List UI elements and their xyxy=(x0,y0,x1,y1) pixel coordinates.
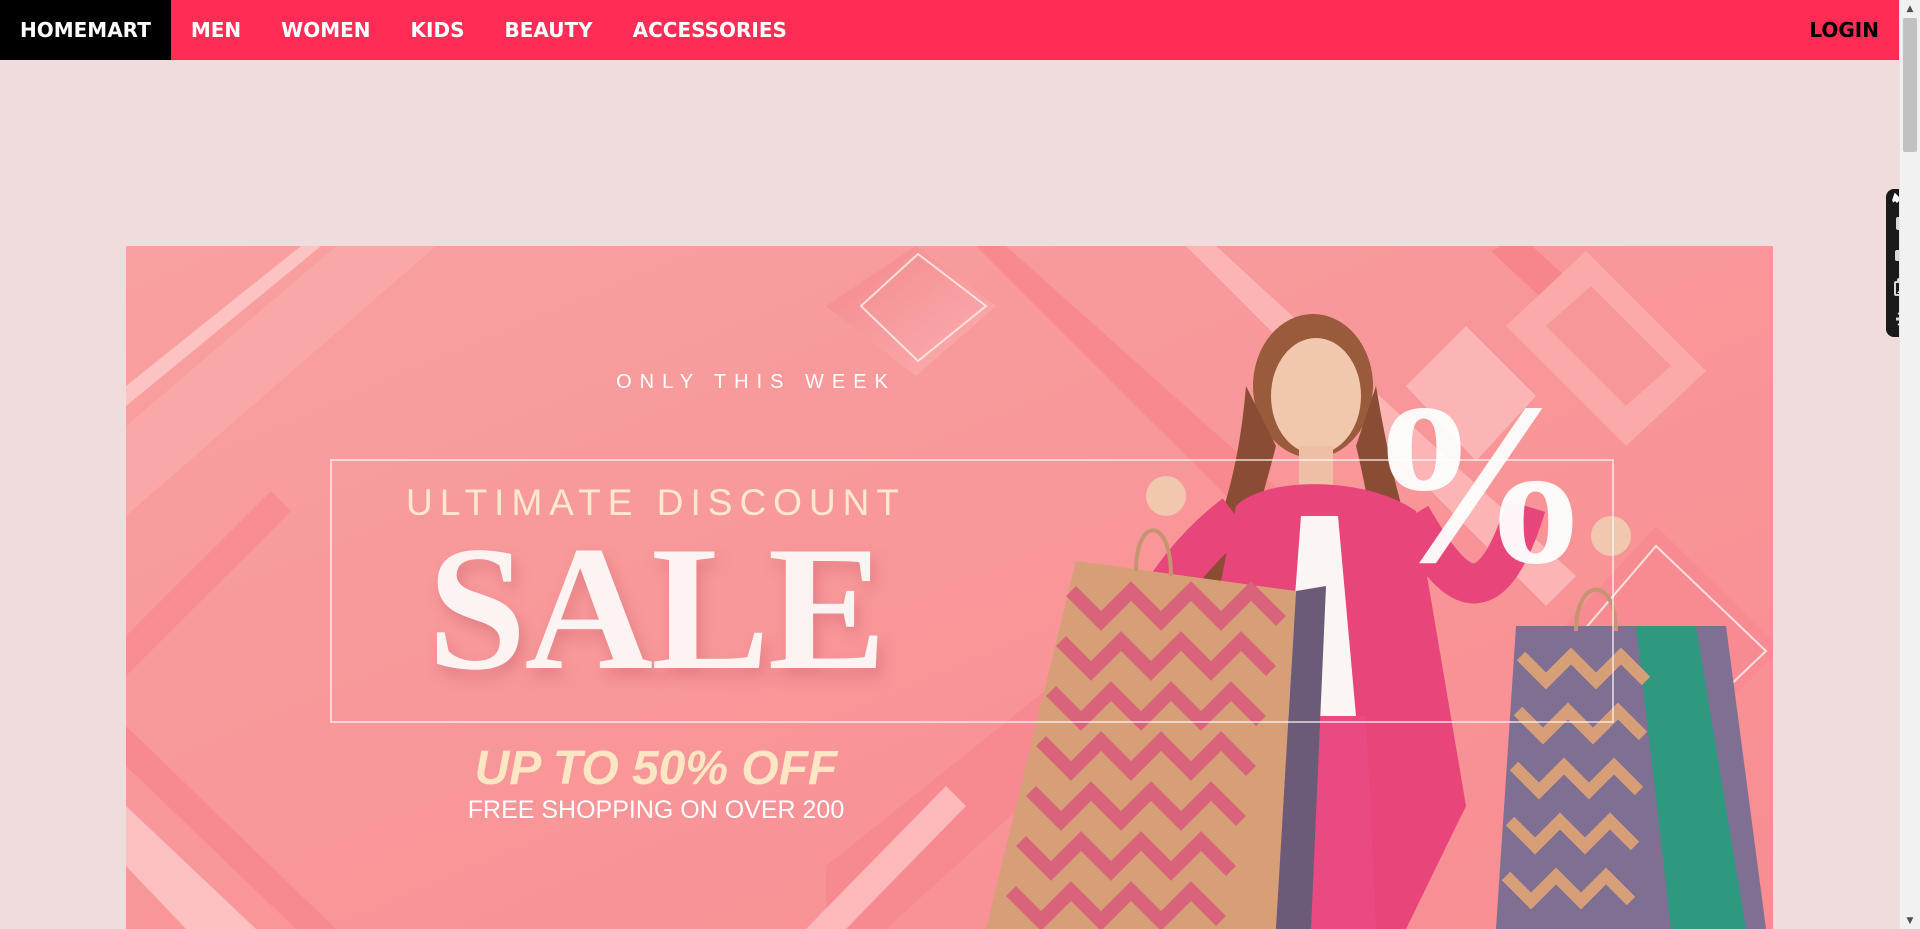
percent-symbol: % xyxy=(1364,356,1594,611)
login-link[interactable]: LOGIN xyxy=(1789,0,1899,60)
nav-item-kids[interactable]: KIDS xyxy=(391,0,485,60)
scroll-down-arrow-icon[interactable]: ▼ xyxy=(1900,912,1920,929)
hero-heading-big: SALE xyxy=(427,509,887,707)
hero-subline: FREE SHOPPING ON OVER 200 xyxy=(467,796,845,824)
scroll-up-arrow-icon[interactable]: ▲ xyxy=(1900,0,1920,17)
nav-item-women[interactable]: WOMEN xyxy=(261,0,390,60)
hero-offer: UP TO 50% OFF xyxy=(474,742,838,795)
brand-logo-link[interactable]: HOMEMART xyxy=(0,0,171,60)
top-navbar: HOMEMART MEN WOMEN KIDS BEAUTY ACCESSORI… xyxy=(0,0,1899,60)
hero-text-layer: ONLY THIS WEEK % ULTIMATE DISCOUNT SALE … xyxy=(126,246,1773,929)
nav-item-accessories[interactable]: ACCESSORIES xyxy=(613,0,807,60)
page-scrollbar[interactable]: ▲ ▼ xyxy=(1899,0,1920,929)
nav-item-beauty[interactable]: BEAUTY xyxy=(484,0,612,60)
hero-tagline: ONLY THIS WEEK xyxy=(616,371,896,393)
hero-banner[interactable]: ONLY THIS WEEK % ULTIMATE DISCOUNT SALE … xyxy=(126,246,1773,929)
nav-item-men[interactable]: MEN xyxy=(171,0,261,60)
scrollbar-thumb[interactable] xyxy=(1903,18,1917,152)
